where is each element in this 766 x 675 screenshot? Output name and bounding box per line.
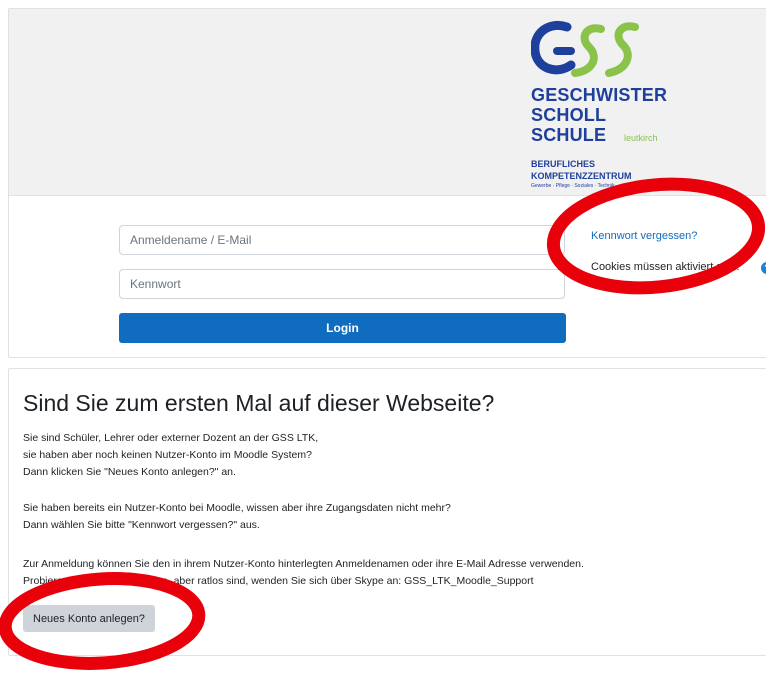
- info-text-line: Zur Anmeldung können Sie den in ihrem Nu…: [23, 558, 584, 570]
- info-text-line: Probieren alles versucht haben, aber rat…: [23, 575, 534, 587]
- first-visit-card: Sind Sie zum ersten Mal auf dieser Webse…: [8, 368, 766, 656]
- logo-tagline-3: Gewerbe · Pflege · Soziales · Technik: [531, 183, 615, 189]
- logo-band: GESCHWISTER SCHOLL SCHULE leutkirch BERU…: [9, 9, 766, 196]
- forgot-password-link[interactable]: Kennwort vergessen?: [591, 230, 697, 242]
- info-text-line: Sie sind Schüler, Lehrer oder externer D…: [23, 432, 319, 444]
- logo-tagline-2: KOMPETENZZENTRUM: [531, 171, 632, 181]
- username-input[interactable]: [119, 225, 565, 255]
- help-icon[interactable]: ?: [761, 262, 766, 274]
- login-button[interactable]: Login: [119, 313, 566, 343]
- info-text-line: Dann wählen Sie bitte "Kennwort vergesse…: [23, 519, 260, 531]
- info-text-line: Dann klicken Sie "Neues Konto anlegen?" …: [23, 466, 236, 478]
- info-text-line: Sie haben bereits ein Nutzer-Konto bei M…: [23, 502, 451, 514]
- gss-logo-mark: [531, 21, 639, 77]
- logo-tagline-1: BERUFLICHES: [531, 159, 596, 169]
- cookies-notice: Cookies müssen aktiviert sein!: [591, 261, 740, 273]
- info-text-line: sie haben aber noch keinen Nutzer-Konto …: [23, 449, 312, 461]
- login-card: GESCHWISTER SCHOLL SCHULE leutkirch BERU…: [8, 8, 766, 358]
- first-visit-title: Sind Sie zum ersten Mal auf dieser Webse…: [23, 390, 495, 416]
- logo-text-line-1: GESCHWISTER: [531, 85, 668, 105]
- new-account-button[interactable]: Neues Konto anlegen?: [23, 605, 155, 632]
- logo-text-line-2: SCHOLL: [531, 105, 607, 125]
- logo-text-line-3: SCHULE: [531, 125, 607, 145]
- password-input[interactable]: [119, 269, 565, 299]
- logo-subtext: leutkirch: [624, 133, 658, 143]
- school-logo: GESCHWISTER SCHOLL SCHULE leutkirch BERU…: [531, 19, 681, 199]
